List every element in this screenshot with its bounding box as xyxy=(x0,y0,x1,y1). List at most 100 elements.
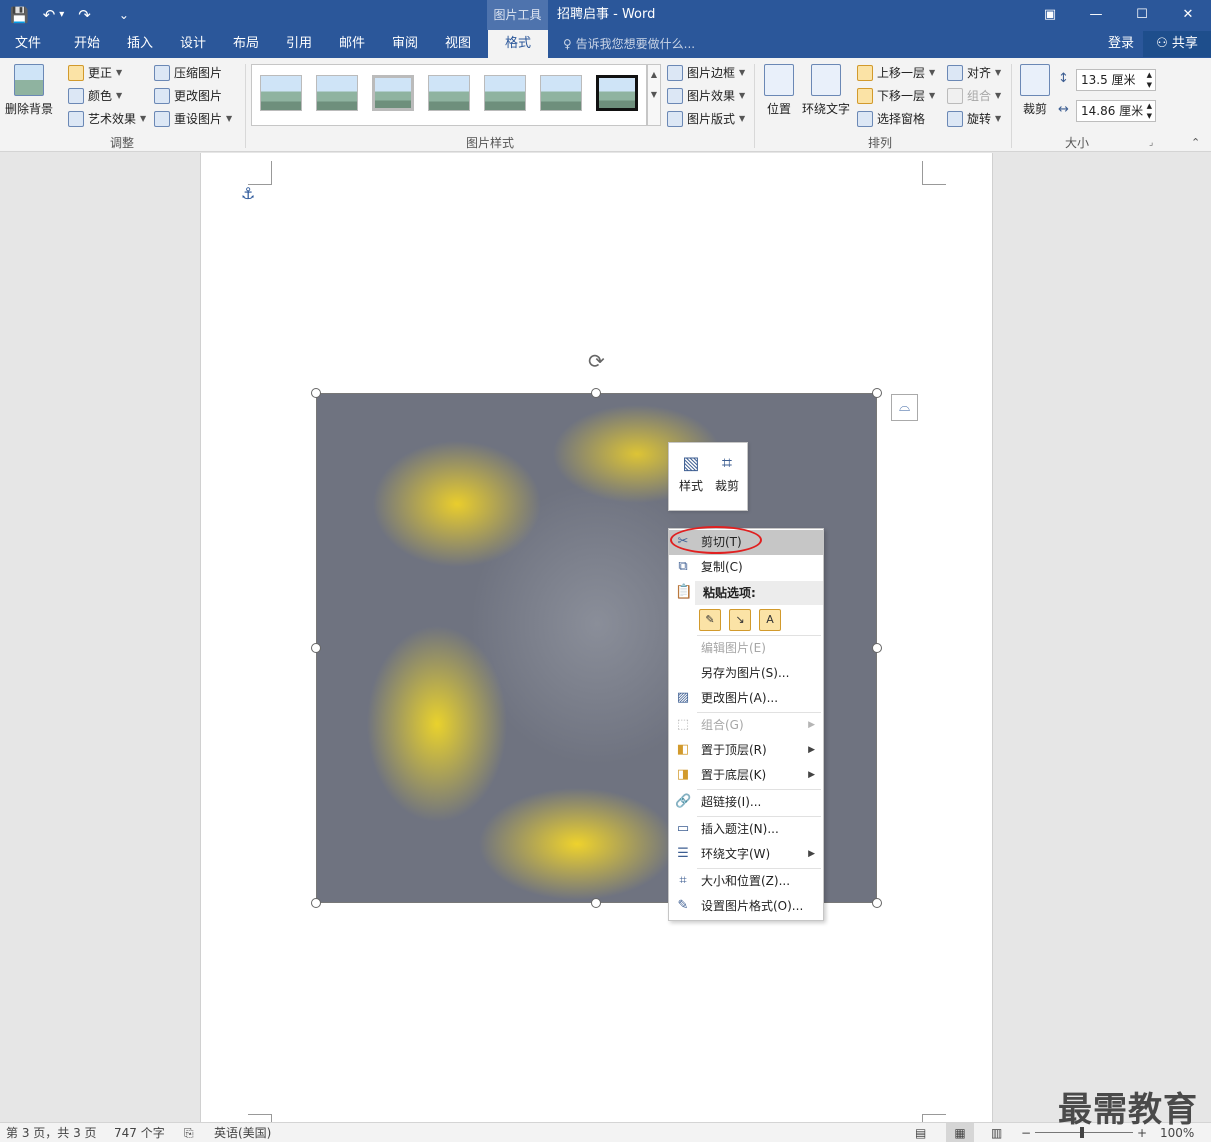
style-button[interactable]: ▧ 样式 xyxy=(673,451,709,494)
rotate-button[interactable]: 旋转 ▼ xyxy=(947,109,1001,129)
save-icon[interactable]: 💾 xyxy=(10,4,29,26)
style-thumbnail[interactable] xyxy=(316,75,358,111)
remove-background-button[interactable]: 删除背景 xyxy=(4,64,54,117)
menu-item-size-and-position[interactable]: ⌗ 大小和位置(Z)... xyxy=(669,869,823,894)
tab-view[interactable]: 视图 xyxy=(433,30,483,58)
tab-review[interactable]: 审阅 xyxy=(380,30,430,58)
width-input[interactable]: 14.86 厘米 ▲ ▼ xyxy=(1076,100,1156,122)
wrap-text-button[interactable]: 环绕文字 xyxy=(800,64,852,117)
style-thumbnail[interactable] xyxy=(372,75,414,111)
menu-item-bring-to-front[interactable]: ◧ 置于顶层(R) ▶ xyxy=(669,738,823,763)
layout-options-button[interactable]: ⌓ xyxy=(891,394,918,421)
menu-item-send-to-back[interactable]: ◨ 置于底层(K) ▶ xyxy=(669,763,823,788)
resize-handle[interactable] xyxy=(591,898,601,908)
paste-keep-source-icon[interactable]: ✎ xyxy=(699,609,721,631)
style-thumbnail[interactable] xyxy=(596,75,638,111)
bring-forward-button[interactable]: 上移一层 ▼ xyxy=(857,63,935,83)
style-thumbnail[interactable] xyxy=(428,75,470,111)
style-thumbnail[interactable] xyxy=(260,75,302,111)
undo-icon[interactable]: ↶ xyxy=(43,4,56,26)
tell-me-search[interactable]: ♀ 告诉我您想要做什么... xyxy=(563,30,695,58)
redo-icon[interactable]: ↷ xyxy=(78,4,91,26)
tab-file[interactable]: 文件 xyxy=(6,30,50,58)
menu-item-edit-picture[interactable]: 编辑图片(E) xyxy=(669,636,823,661)
word-count[interactable]: 747 个字 xyxy=(114,1123,165,1142)
reset-picture-button[interactable]: 重设图片 ▼ xyxy=(154,109,232,129)
menu-item-insert-caption[interactable]: ▭ 插入题注(N)... xyxy=(669,817,823,842)
chevron-down-icon: ▼ xyxy=(739,114,746,123)
language[interactable]: 英语(美国) xyxy=(214,1123,271,1142)
menu-item-label: 超链接(I)... xyxy=(701,795,762,809)
picture-border-button[interactable]: 图片边框 ▼ xyxy=(667,63,745,83)
ribbon-display-options-icon[interactable]: ▣ xyxy=(1027,0,1073,30)
tab-format[interactable]: 格式 xyxy=(488,30,548,58)
color-button[interactable]: 颜色 ▼ xyxy=(68,86,122,106)
proofing-icon[interactable]: ⎘ xyxy=(184,1123,194,1142)
selection-pane-button[interactable]: 选择窗格 xyxy=(857,109,925,129)
style-thumbnail[interactable] xyxy=(540,75,582,111)
undo-dropdown-icon[interactable]: ▾ xyxy=(59,4,64,26)
menu-item-format-picture[interactable]: ✎ 设置图片格式(O)... xyxy=(669,894,823,919)
bring-forward-label: 上移一层 xyxy=(877,66,926,80)
close-icon[interactable]: ✕ xyxy=(1165,0,1211,30)
height-input[interactable]: 13.5 厘米 ▲ ▼ xyxy=(1076,69,1156,91)
mini-crop-button[interactable]: ⌗ 裁剪 xyxy=(709,451,745,494)
send-backward-button[interactable]: 下移一层 ▼ xyxy=(857,86,935,106)
tab-references[interactable]: 引用 xyxy=(274,30,324,58)
rotation-handle-icon[interactable]: ⟳ xyxy=(588,349,605,373)
web-layout-icon[interactable]: ▥ xyxy=(991,1123,1002,1142)
tab-layout[interactable]: 布局 xyxy=(221,30,271,58)
resize-handle[interactable] xyxy=(872,643,882,653)
group-objects-button[interactable]: 组合 ▼ xyxy=(947,86,1001,106)
artistic-effects-button[interactable]: 艺术效果 ▼ xyxy=(68,109,146,129)
spinner-icon[interactable]: ▲ ▼ xyxy=(1147,70,1152,90)
change-picture-button[interactable]: 更改图片 xyxy=(154,86,222,106)
picture-effects-button[interactable]: 图片效果 ▼ xyxy=(667,86,745,106)
resize-handle[interactable] xyxy=(311,898,321,908)
title-bar: 💾 ↶ ▾ ↷ ⌄ 图片工具 招聘启事 - Word ▣ — ☐ ✕ xyxy=(0,0,1211,30)
resize-handle[interactable] xyxy=(872,388,882,398)
tab-design[interactable]: 设计 xyxy=(168,30,218,58)
resize-handle[interactable] xyxy=(311,643,321,653)
paste-text-only-icon[interactable]: A xyxy=(759,609,781,631)
chevron-down-icon: ▼ xyxy=(995,91,1002,100)
picture-layout-button[interactable]: 图片版式 ▼ xyxy=(667,109,745,129)
tab-mailings[interactable]: 邮件 xyxy=(327,30,377,58)
compress-pictures-button[interactable]: 压缩图片 xyxy=(154,63,222,83)
ribbon-tabs: 文件 开始 插入 设计 布局 引用 邮件 审阅 视图 格式 ♀ 告诉我您想要做什… xyxy=(0,30,1211,58)
menu-item-copy[interactable]: ⧉ 复制(C) xyxy=(669,555,823,580)
tab-insert[interactable]: 插入 xyxy=(115,30,165,58)
menu-item-group[interactable]: ⬚ 组合(G) ▶ xyxy=(669,713,823,738)
minimize-icon[interactable]: — xyxy=(1073,0,1119,30)
paste-picture-icon[interactable]: ↘ xyxy=(729,609,751,631)
position-button[interactable]: 位置 xyxy=(762,64,796,117)
resize-handle[interactable] xyxy=(872,898,882,908)
zoom-out-button[interactable]: − xyxy=(1021,1123,1031,1142)
menu-item-wrap-text[interactable]: ☰ 环绕文字(W) ▶ xyxy=(669,842,823,867)
spinner-icon[interactable]: ▲ ▼ xyxy=(1147,101,1152,121)
collapse-ribbon-icon[interactable]: ⌃ xyxy=(1191,136,1200,149)
menu-item-hyperlink[interactable]: 🔗 超链接(I)... xyxy=(669,790,823,815)
tab-home[interactable]: 开始 xyxy=(62,30,112,58)
gallery-scroll[interactable]: ▲ ▼ xyxy=(647,64,661,126)
style-thumbnail[interactable] xyxy=(484,75,526,111)
crop-button[interactable]: 裁剪 xyxy=(1017,64,1053,117)
login-link[interactable]: 登录 xyxy=(1108,30,1134,58)
page-count[interactable]: 第 3 页，共 3 页 xyxy=(6,1123,97,1142)
maximize-icon[interactable]: ☐ xyxy=(1119,0,1165,30)
customize-qat-icon[interactable]: ⌄ xyxy=(119,4,129,26)
zoom-slider[interactable] xyxy=(1035,1132,1133,1133)
resize-handle[interactable] xyxy=(591,388,601,398)
resize-handle[interactable] xyxy=(311,388,321,398)
menu-item-save-as-picture[interactable]: 另存为图片(S)... xyxy=(669,661,823,686)
read-mode-icon[interactable]: ▤ xyxy=(915,1123,926,1142)
menu-item-label: 环绕文字(W) xyxy=(701,847,771,861)
dialog-launcher-icon[interactable]: ⌟ xyxy=(1149,138,1153,148)
print-layout-icon[interactable]: ▦ xyxy=(946,1123,974,1142)
align-button[interactable]: 对齐 ▼ xyxy=(947,63,1001,83)
send-backward-label: 下移一层 xyxy=(877,89,926,103)
paste-options: ✎ ↘ A xyxy=(699,609,781,631)
corrections-button[interactable]: 更正 ▼ xyxy=(68,63,122,83)
menu-item-change-picture[interactable]: ▨ 更改图片(A)... xyxy=(669,686,823,711)
share-button[interactable]: ⚇ 共享 xyxy=(1143,31,1211,57)
